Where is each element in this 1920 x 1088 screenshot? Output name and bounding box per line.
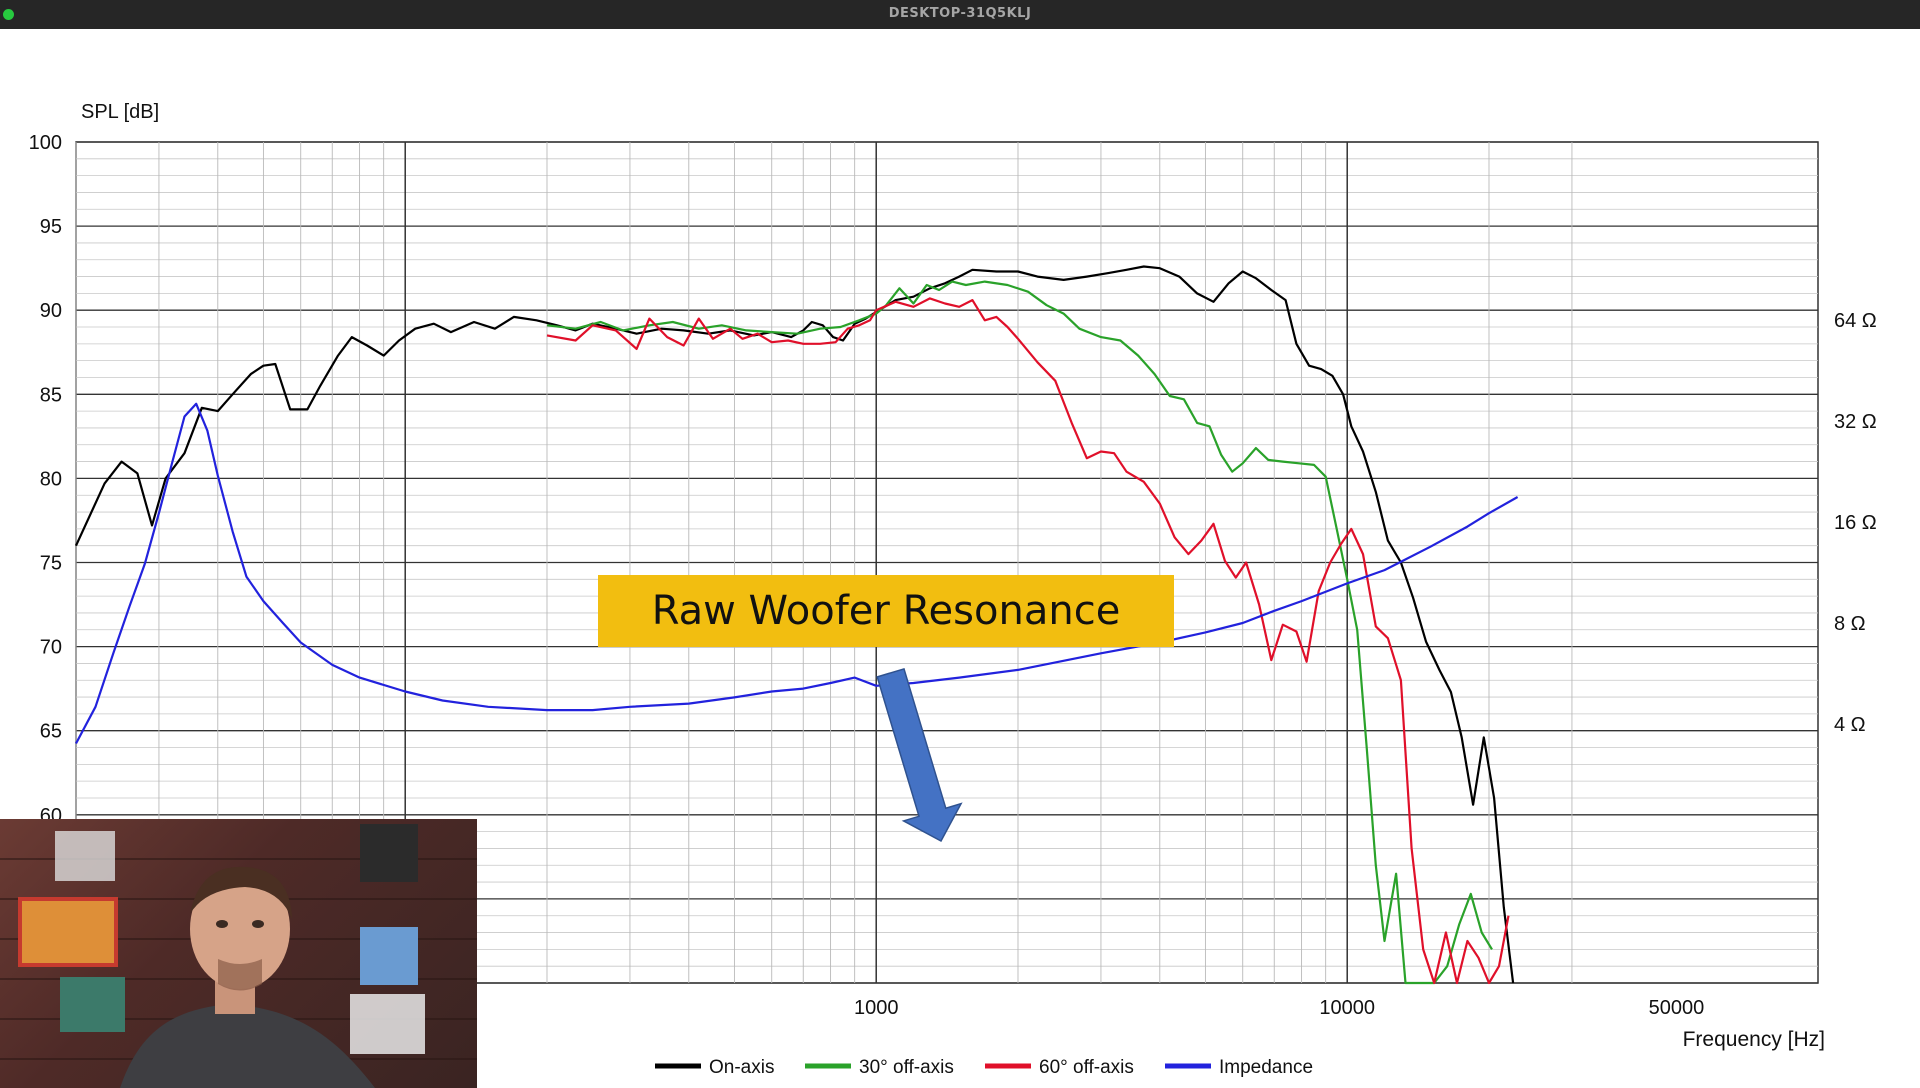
- legend-entry: 30° off-axis: [859, 1057, 954, 1078]
- y2-tick-label: 4 Ω: [1834, 714, 1866, 736]
- y-tick-label: 90: [40, 300, 62, 322]
- y-tick-label: 70: [40, 637, 62, 659]
- legend-entry: Impedance: [1219, 1057, 1313, 1078]
- y2-tick-label: 32 Ω: [1834, 411, 1877, 433]
- x-tick-label: 50000: [1649, 997, 1705, 1019]
- y2-tick-label: 16 Ω: [1834, 512, 1877, 534]
- x-tick-label: 10000: [1319, 997, 1375, 1019]
- legend-entry: On-axis: [709, 1057, 774, 1078]
- x-tick-labels: 10010001000050000: [389, 997, 1705, 1019]
- y2-tick-label: 64 Ω: [1834, 310, 1877, 332]
- y2-tick-label: 8 Ω: [1834, 613, 1866, 635]
- legend-entry: 60° off-axis: [1039, 1057, 1134, 1078]
- y-tick-label: 80: [40, 468, 62, 490]
- chart-legend: On-axis 30° off-axis 60° off-axis Impedance: [655, 1057, 1313, 1078]
- y-axis-label: SPL [dB]: [81, 101, 159, 123]
- y-tick-label: 65: [40, 721, 62, 743]
- x-tick-label: 1000: [854, 997, 899, 1019]
- window-titlebar: DESKTOP-31Q5KLJ: [0, 0, 1920, 29]
- window-title: DESKTOP-31Q5KLJ: [888, 6, 1032, 21]
- y-tick-labels: 1009590858075706560: [29, 132, 62, 827]
- y-tick-label: 75: [40, 553, 62, 575]
- y-tick-label: 85: [40, 384, 62, 406]
- y-tick-label: 100: [29, 132, 62, 154]
- webcam-overlay: [0, 819, 477, 1088]
- y2-tick-labels: 64 Ω 32 Ω 16 Ω 8 Ω 4 Ω: [1834, 310, 1877, 736]
- y-tick-label: 95: [40, 216, 62, 238]
- x-axis-label: Frequency [Hz]: [1683, 1028, 1825, 1051]
- callout-banner: Raw Woofer Resonance: [598, 575, 1174, 647]
